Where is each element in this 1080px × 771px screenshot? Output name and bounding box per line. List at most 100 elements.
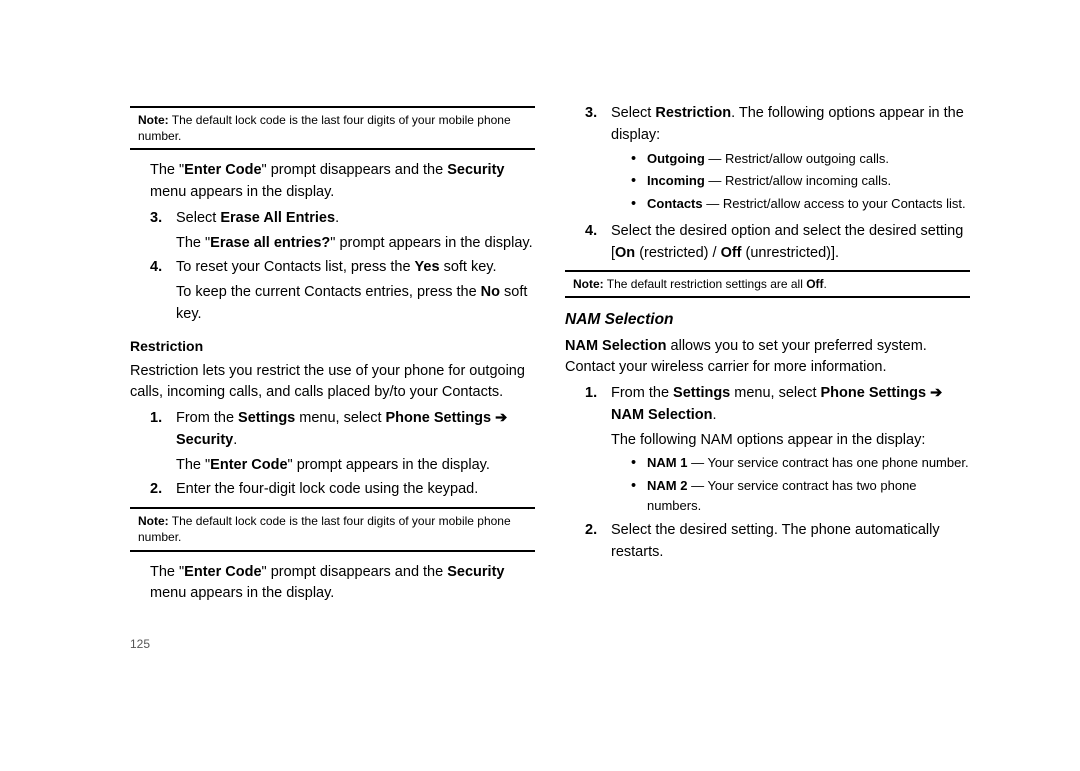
two-column-layout: Note: The default lock code is the last … [0, 0, 1080, 609]
list-item: 4. Select the desired option and select … [585, 221, 970, 265]
step-number: 4. [585, 221, 611, 265]
right-column: 3. Select Restriction. The following opt… [565, 100, 970, 609]
bold-text: Settings [238, 410, 295, 426]
text: menu, select [295, 410, 385, 426]
ordered-list: 3. Select Erase All Entries. The "Erase … [130, 208, 535, 326]
bullet-icon: • [631, 453, 647, 475]
bold-text: Security [447, 162, 504, 178]
bullet-text: Incoming — Restrict/allow incoming calls… [647, 171, 970, 193]
note-box-3: Note: The default restriction settings a… [565, 270, 970, 298]
paragraph: The "Enter Code" prompt disappears and t… [150, 160, 535, 204]
paragraph: The "Enter Code" prompt disappears and t… [150, 562, 535, 606]
list-item: 2. Select the desired setting. The phone… [585, 520, 970, 564]
paragraph: Restriction lets you restrict the use of… [130, 361, 535, 405]
text: " prompt disappears and the [262, 162, 448, 178]
list-item: 3. Select Erase All Entries. The "Erase … [150, 208, 535, 255]
step-number: 2. [585, 520, 611, 564]
step-number: 1. [150, 408, 176, 476]
list-item: 3. Select Restriction. The following opt… [585, 103, 970, 218]
note-label: Note: [138, 514, 169, 528]
bold-text: Erase All Entries [220, 210, 335, 226]
bold-text: Security [447, 564, 504, 580]
bullet-icon: • [631, 171, 647, 193]
bullet-icon: • [631, 194, 647, 216]
text: The " [150, 564, 184, 580]
text: Select [176, 210, 220, 226]
step-number: 3. [585, 103, 611, 218]
paragraph: NAM Selection allows you to set your pre… [565, 336, 970, 380]
note-text: The default lock code is the last four d… [138, 113, 511, 143]
bullet-icon: • [631, 476, 647, 515]
text: — Your service contract has two phone nu… [647, 478, 917, 513]
bold-text: NAM Selection [565, 338, 667, 354]
bullet-text: Contacts — Restrict/allow access to your… [647, 194, 970, 216]
sub-paragraph: The following NAM options appear in the … [611, 430, 970, 452]
text: From the [176, 410, 238, 426]
step-body: Enter the four-digit lock code using the… [176, 479, 535, 501]
text: — Restrict/allow access to your Contacts… [703, 196, 966, 211]
text: " prompt appears in the display. [330, 235, 532, 251]
text: To reset your Contacts list, press the [176, 259, 415, 275]
bullet-list: •NAM 1 — Your service contract has one p… [631, 453, 970, 515]
text: The " [150, 162, 184, 178]
text: The " [176, 235, 210, 251]
text: " prompt appears in the display. [288, 457, 490, 473]
bullet-item: •NAM 1 — Your service contract has one p… [631, 453, 970, 475]
step-body: Select Restriction. The following option… [611, 103, 970, 218]
left-column: Note: The default lock code is the last … [130, 100, 535, 609]
bold-text: Off [721, 245, 742, 261]
sub-paragraph: The "Erase all entries?" prompt appears … [176, 233, 535, 255]
bold-text: Enter Code [210, 457, 287, 473]
step-body: From the Settings menu, select Phone Set… [611, 383, 970, 517]
bold-text: Restriction [655, 105, 731, 121]
bullet-icon: • [631, 149, 647, 171]
bold-text: Off [806, 277, 823, 291]
note-label: Note: [573, 277, 604, 291]
text: — Restrict/allow outgoing calls. [705, 151, 889, 166]
heading-restriction: Restriction [130, 336, 535, 357]
text: (restricted) / [635, 245, 720, 261]
bold-text: Yes [415, 259, 440, 275]
bold-text: Outgoing [647, 151, 705, 166]
ordered-list: 1. From the Settings menu, select Phone … [565, 383, 970, 564]
list-item: 2. Enter the four-digit lock code using … [150, 479, 535, 501]
text: . [335, 210, 339, 226]
ordered-list: 1. From the Settings menu, select Phone … [130, 408, 535, 501]
text: menu appears in the display. [150, 184, 334, 200]
text: menu appears in the display. [150, 585, 334, 601]
step-body: To reset your Contacts list, press the Y… [176, 257, 535, 325]
list-item: 4. To reset your Contacts list, press th… [150, 257, 535, 325]
text: — Restrict/allow incoming calls. [705, 173, 891, 188]
note-label: Note: [138, 113, 169, 127]
bold-text: On [615, 245, 635, 261]
bold-text: Erase all entries? [210, 235, 330, 251]
step-number: 4. [150, 257, 176, 325]
step-body: Select the desired setting. The phone au… [611, 520, 970, 564]
bullet-text: NAM 1 — Your service contract has one ph… [647, 453, 970, 475]
text: menu, select [730, 385, 820, 401]
bold-text: NAM 1 [647, 455, 687, 470]
text: From the [611, 385, 673, 401]
ordered-list: 3. Select Restriction. The following opt… [565, 103, 970, 264]
step-body: Select Erase All Entries. The "Erase all… [176, 208, 535, 255]
bold-text: Settings [673, 385, 730, 401]
bullet-text: Outgoing — Restrict/allow outgoing calls… [647, 149, 970, 171]
note-box-2: Note: The default lock code is the last … [130, 507, 535, 551]
step-number: 3. [150, 208, 176, 255]
text: . [233, 432, 237, 448]
bold-text: No [481, 284, 500, 300]
text: . [824, 277, 827, 291]
text: Select [611, 105, 655, 121]
step-number: 2. [150, 479, 176, 501]
text: (unrestricted)]. [742, 245, 840, 261]
step-number: 1. [585, 383, 611, 517]
manual-page: Note: The default lock code is the last … [0, 0, 1080, 771]
bullet-item: •Contacts — Restrict/allow access to you… [631, 194, 970, 216]
page-number: 125 [130, 637, 150, 651]
bullet-item: •Outgoing — Restrict/allow outgoing call… [631, 149, 970, 171]
bold-text: Contacts [647, 196, 703, 211]
bold-text: NAM 2 [647, 478, 687, 493]
step-body: Select the desired option and select the… [611, 221, 970, 265]
bullet-item: •Incoming — Restrict/allow incoming call… [631, 171, 970, 193]
step-body: From the Settings menu, select Phone Set… [176, 408, 535, 476]
